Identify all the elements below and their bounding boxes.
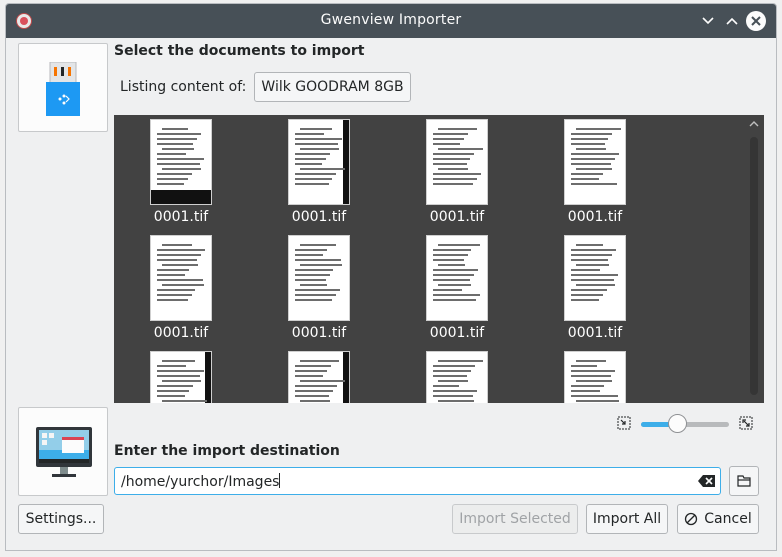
browse-folder-button[interactable]	[729, 466, 759, 496]
import-selected-button[interactable]: Import Selected	[452, 504, 578, 534]
zoom-slider-handle[interactable]	[668, 414, 687, 433]
cancel-button[interactable]: Cancel	[677, 504, 759, 534]
gallery-thumbnail[interactable]	[288, 351, 350, 403]
minimize-icon[interactable]	[700, 13, 716, 29]
thumbnail-caption: 0001.tif	[153, 325, 209, 341]
close-button[interactable]	[746, 11, 766, 31]
close-icon	[751, 16, 761, 26]
thumbnail-caption: 0001.tif	[291, 325, 347, 341]
document-text-preview	[157, 128, 205, 196]
document-text-preview	[295, 244, 343, 312]
document-text-preview	[295, 360, 346, 403]
document-text-preview	[571, 244, 619, 312]
gallery-thumbnail[interactable]	[564, 119, 626, 205]
gallery-thumbnail[interactable]	[426, 351, 488, 403]
thumbnail-gallery[interactable]: 0001.tif 0001.tif 0001.tif 0001.tif 0001.tif…	[114, 115, 764, 403]
gallery-thumbnail[interactable]	[288, 119, 350, 205]
settings-button[interactable]: Settings...	[18, 504, 104, 534]
zoom-out-icon[interactable]	[617, 416, 631, 430]
gallery-thumbnail[interactable]	[564, 235, 626, 321]
thumbnail-caption: 0001.tif	[429, 325, 485, 341]
text-cursor	[279, 473, 281, 488]
thumbnail-caption: 0001.tif	[567, 325, 623, 341]
listing-label: Listing content of:	[120, 79, 247, 95]
gallery-thumbnail[interactable]	[288, 235, 350, 321]
scan-edge-shadow	[343, 352, 349, 403]
gallery-scrollbar[interactable]	[750, 137, 758, 395]
import-all-button[interactable]: Import All	[586, 504, 668, 534]
destination-heading: Enter the import destination	[114, 443, 340, 459]
document-text-preview	[433, 360, 484, 403]
zoom-in-icon[interactable]	[739, 416, 753, 430]
thumbnail-caption: 0001.tif	[567, 209, 623, 225]
device-icon-frame	[18, 43, 108, 132]
document-text-preview	[157, 244, 205, 312]
device-select-button[interactable]: Wilk GOODRAM 8GB	[254, 72, 411, 102]
thumbnail-caption: 0001.tif	[153, 209, 209, 225]
gallery-thumbnail[interactable]	[150, 235, 212, 321]
scan-edge-shadow	[343, 120, 349, 204]
document-text-preview	[433, 128, 483, 196]
cancel-icon	[685, 512, 698, 526]
maximize-icon[interactable]	[724, 13, 740, 29]
document-text-preview	[433, 244, 481, 312]
title-bar: Gwenview Importer	[6, 4, 776, 38]
gallery-thumbnail[interactable]	[426, 235, 488, 321]
document-text-preview	[295, 128, 345, 196]
scroll-up-icon[interactable]	[749, 119, 759, 129]
gallery-thumbnail[interactable]	[426, 119, 488, 205]
document-text-preview	[571, 360, 619, 403]
destination-path-text: /home/yurchor/Images	[121, 474, 280, 490]
source-heading: Select the documents to import	[114, 43, 365, 59]
destination-path-input[interactable]: /home/yurchor/Images	[114, 467, 721, 495]
gallery-thumbnail[interactable]	[150, 119, 212, 205]
gallery-thumbnail[interactable]	[150, 351, 212, 403]
importer-window: Gwenview Importer Select the documents t…	[5, 3, 777, 551]
cancel-label: Cancel	[704, 511, 752, 527]
scan-edge-shadow	[205, 352, 211, 403]
document-text-preview	[571, 128, 621, 196]
document-text-preview	[157, 360, 208, 403]
gallery-thumbnail[interactable]	[564, 351, 626, 403]
folder-icon	[737, 475, 751, 487]
usb-drive-icon	[46, 62, 80, 116]
thumbnail-caption: 0001.tif	[429, 209, 485, 225]
clear-text-icon[interactable]	[698, 474, 716, 488]
computer-monitor-icon	[36, 427, 92, 477]
destination-icon-frame	[18, 407, 108, 496]
window-title: Gwenview Importer	[320, 12, 462, 28]
thumbnail-caption: 0001.tif	[291, 209, 347, 225]
